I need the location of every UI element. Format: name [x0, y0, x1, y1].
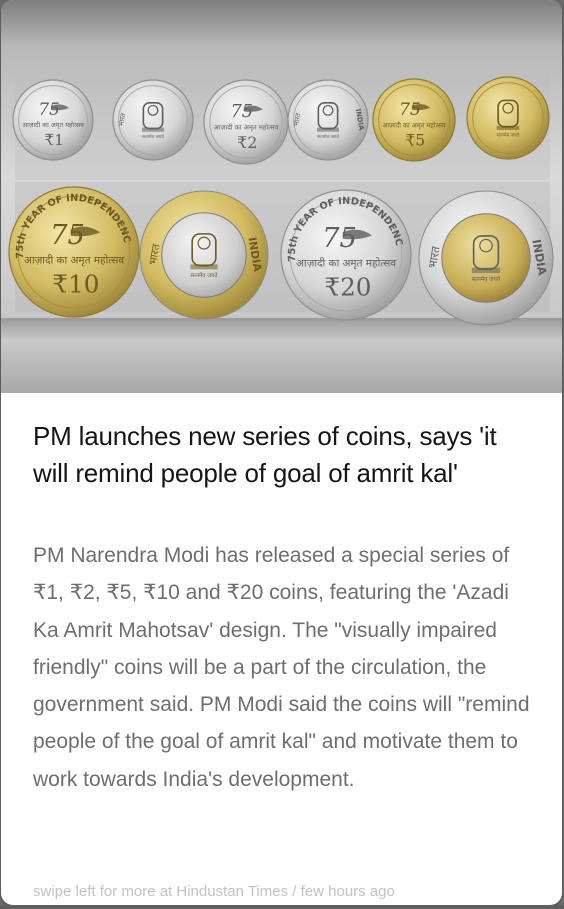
article-headline[interactable]: PM launches new series of coins, says 'i… — [33, 418, 533, 492]
svg-text:सत्यमेव जयते: सत्यमेव जयते — [191, 272, 219, 279]
bottom-edge — [0, 905, 564, 909]
coin-emblem-1: सत्यमेव जयतेभारत — [112, 79, 194, 161]
svg-text:आज़ादी का अमृत महोत्सव: आज़ादी का अमृत महोत्सव — [24, 254, 124, 267]
article-image: 75 आज़ादी का अमृत महोत्सव ₹1 सत्यमेव जयते भा… — [1, 0, 562, 393]
svg-text:सत्यमेव जयते: सत्यमेव जयते — [472, 275, 501, 283]
swipe-source-link[interactable]: swipe left for more at Hindustan Times — [33, 883, 288, 900]
svg-text:₹2: ₹2 — [237, 133, 257, 152]
svg-text:सत्यमेव जयते: सत्यमेव जयते — [142, 134, 164, 140]
coin-emblem-3: सत्यमेव जयतेभारत INDIA — [287, 79, 369, 161]
svg-text:आज़ादी का अमृत महोत्सव: आज़ादी का अमृत महोत्सव — [382, 121, 445, 129]
coin-emblem-11: सत्यमेव जयतेभारत INDIA — [139, 190, 269, 320]
article-summary: PM Narendra Modi has released a special … — [33, 544, 530, 791]
svg-text:₹5: ₹5 — [405, 131, 425, 149]
svg-text:सत्यमेव जयते: सत्यमेव जयते — [497, 131, 520, 138]
svg-text:सत्यमेव जयते: सत्यमेव जयते — [317, 134, 339, 140]
coin-rupee-2: 75आज़ादी का अमृत महोत्सव₹2 — [203, 79, 289, 165]
coins-illustration: 75आज़ादी का अमृत महोत्सव₹1 सत्यमेव जयतेभा… — [1, 0, 554, 326]
svg-text:आज़ादी का अमृत महोत्सव: आज़ादी का अमृत महोत्सव — [296, 257, 396, 270]
svg-text:आज़ादी का अमृत महोत्सव: आज़ादी का अमृत महोत्सव — [214, 123, 279, 132]
article-footer: swipe left for more at Hindustan Times /… — [33, 882, 538, 902]
coin-emblem-5: सत्यमेव जयते — [466, 76, 550, 160]
svg-text:75: 75 — [231, 102, 253, 122]
news-card[interactable]: 75 आज़ादी का अमृत महोत्सव ₹1 सत्यमेव जयते भा… — [1, 0, 562, 905]
coin-rupee-5: 75आज़ादी का अमृत महोत्सव₹5 — [372, 78, 456, 162]
coin-emblem-13: सत्यमेव जयतेभारत INDIA — [418, 190, 554, 326]
article-time: few hours ago — [300, 883, 395, 900]
svg-text:₹10: ₹10 — [52, 269, 99, 298]
svg-text:₹20: ₹20 — [324, 272, 371, 301]
coin-rupee-1: 75आज़ादी का अमृत महोत्सव₹1 — [12, 79, 94, 161]
svg-text:₹1: ₹1 — [45, 131, 64, 149]
svg-text:आज़ादी का अमृत महोत्सव: आज़ादी का अमृत महोत्सव — [22, 121, 84, 129]
